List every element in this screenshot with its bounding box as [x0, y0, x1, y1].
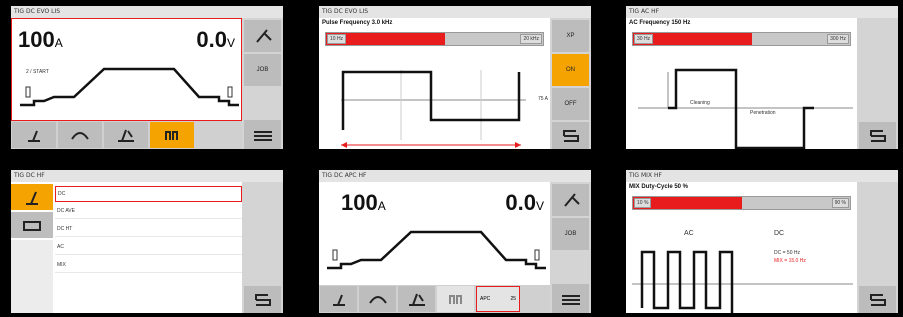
menu-button[interactable]: [244, 120, 281, 149]
ac-waveform: [638, 68, 853, 149]
current-readout: 100A: [341, 190, 386, 215]
mma-tab[interactable]: [11, 212, 53, 238]
panel-mix-duty-cycle: TIG MIX HF MIX Duty-Cycle 50 % 10 % 90 %…: [626, 170, 898, 313]
main-display[interactable]: 100A 0.0V: [319, 182, 550, 285]
on-button[interactable]: ON: [552, 54, 589, 86]
duty-cycle-slider[interactable]: [632, 196, 851, 210]
panel-title: TIG AC HF: [626, 6, 898, 18]
list-item[interactable]: DC: [55, 186, 242, 202]
apc-label: APC: [480, 296, 491, 302]
panel-title: TIG DC HF: [11, 170, 283, 182]
panel-tig-dc-main: TIG DC EVO LIS 100A 0.0V 2 / START JOB: [11, 6, 283, 149]
slider-min-label: 10 Hz: [327, 34, 347, 44]
tig-torch-tab[interactable]: [11, 184, 53, 210]
weld-cycle-graph: [20, 67, 239, 107]
mix-frequency-note: MIX = 15.0 Hz: [774, 258, 806, 264]
list-item[interactable]: MIX: [55, 258, 242, 273]
slider-min-label: 10 %: [634, 198, 652, 208]
menu-icon: [253, 129, 272, 143]
back-icon: [869, 293, 886, 306]
voltage-readout: 0.0V: [505, 190, 544, 215]
frequency-slider[interactable]: [325, 32, 544, 46]
side-panel: JOB: [550, 182, 591, 313]
xp-button[interactable]: XP: [552, 20, 589, 52]
panel-pulse-frequency: TIG DC EVO LIS Pulse Frequency 3.0 kHz 1…: [319, 6, 591, 149]
dc-frequency-note: DC = 50 Hz: [774, 250, 800, 256]
weld-cycle-graph: [327, 230, 546, 270]
double-pulse-icon[interactable]: [150, 122, 194, 148]
back-icon: [254, 293, 271, 306]
slider-min-label: 30 Hz: [634, 34, 654, 44]
settings-area: AC Frequency 150 Hz 30 Hz 300 Hz Cleanin…: [626, 18, 857, 149]
job-button[interactable]: JOB: [552, 218, 589, 250]
settings-area: Pulse Frequency 3.0 kHz 10 Hz 20 kHz 75 …: [319, 18, 550, 149]
back-button[interactable]: [859, 286, 896, 313]
apc-value: 25: [510, 296, 516, 302]
slider-max-label: 20 kHz: [520, 34, 542, 44]
frequency-slider[interactable]: [632, 32, 851, 46]
panel-title: TIG DC EVO LIS: [11, 6, 283, 18]
list-item[interactable]: DC HT: [55, 222, 242, 237]
process-tig-icon[interactable]: [320, 286, 357, 312]
menu-icon: [561, 293, 580, 307]
back-icon: [562, 129, 579, 142]
job-button[interactable]: JOB: [244, 54, 281, 86]
dc-label: DC: [774, 230, 785, 237]
tab-spacer: [11, 240, 53, 313]
panel-ac-frequency: TIG AC HF AC Frequency 150 Hz 30 Hz 300 …: [626, 6, 898, 149]
axis-value: 75 A: [537, 96, 548, 102]
side-panel: [857, 18, 898, 149]
parameter-heading: AC Frequency 150 Hz: [629, 20, 691, 26]
back-button[interactable]: [552, 122, 589, 149]
torch-icon[interactable]: [552, 184, 589, 216]
current-readout: 100A: [18, 27, 63, 52]
process-tig-icon[interactable]: [12, 122, 56, 148]
pulse-waveform: [341, 70, 526, 148]
panel-title: TIG DC EVO LIS: [319, 6, 591, 18]
parameter-heading: Pulse Frequency 3.0 kHz: [322, 20, 393, 26]
mix-waveform: [632, 250, 853, 313]
voltage-readout: 0.0V: [196, 27, 235, 52]
apc-button[interactable]: APC 25: [476, 286, 520, 312]
list-item[interactable]: AC: [55, 240, 242, 255]
panel-title: TIG MIX HF: [626, 170, 898, 182]
slider-max-label: 300 Hz: [827, 34, 849, 44]
side-panel: [242, 182, 283, 313]
back-button[interactable]: [859, 122, 896, 149]
main-display[interactable]: 100A 0.0V 2 / START: [11, 18, 242, 121]
arc-mode-icon[interactable]: [359, 286, 396, 312]
cleaning-label: Cleaning: [690, 100, 710, 106]
off-button[interactable]: OFF: [552, 88, 589, 120]
torch-icon[interactable]: [244, 20, 281, 52]
mode-bar: APC 25: [319, 285, 550, 313]
settings-area: MIX Duty-Cycle 50 % 10 % 90 % AC DC DC =…: [626, 182, 857, 313]
panel-tig-apc-main: TIG DC APC HF 100A 0.0V JOB APC 25: [319, 170, 591, 313]
list-item[interactable]: DC AVE: [55, 204, 242, 219]
side-panel: XP ON OFF: [550, 18, 591, 149]
parameter-heading: MIX Duty-Cycle 50 %: [629, 184, 689, 190]
panel-process-list: TIG DC HF DC DC AVE DC HT AC MIX: [11, 170, 283, 313]
mode-bar: [11, 121, 242, 149]
panel-title: TIG DC APC HF: [319, 170, 591, 182]
double-pulse-icon[interactable]: [437, 286, 474, 312]
arc-mode-icon[interactable]: [58, 122, 102, 148]
pulse-mode-icon[interactable]: [104, 122, 148, 148]
side-panel: [857, 182, 898, 313]
back-button[interactable]: [244, 286, 281, 313]
ac-label: AC: [684, 230, 694, 237]
menu-button[interactable]: [552, 284, 589, 313]
penetration-label: Penetration: [750, 110, 776, 116]
slider-max-label: 90 %: [831, 198, 849, 208]
side-panel: JOB: [242, 18, 283, 149]
pulse-mode-icon[interactable]: [398, 286, 435, 312]
back-icon: [869, 129, 886, 142]
